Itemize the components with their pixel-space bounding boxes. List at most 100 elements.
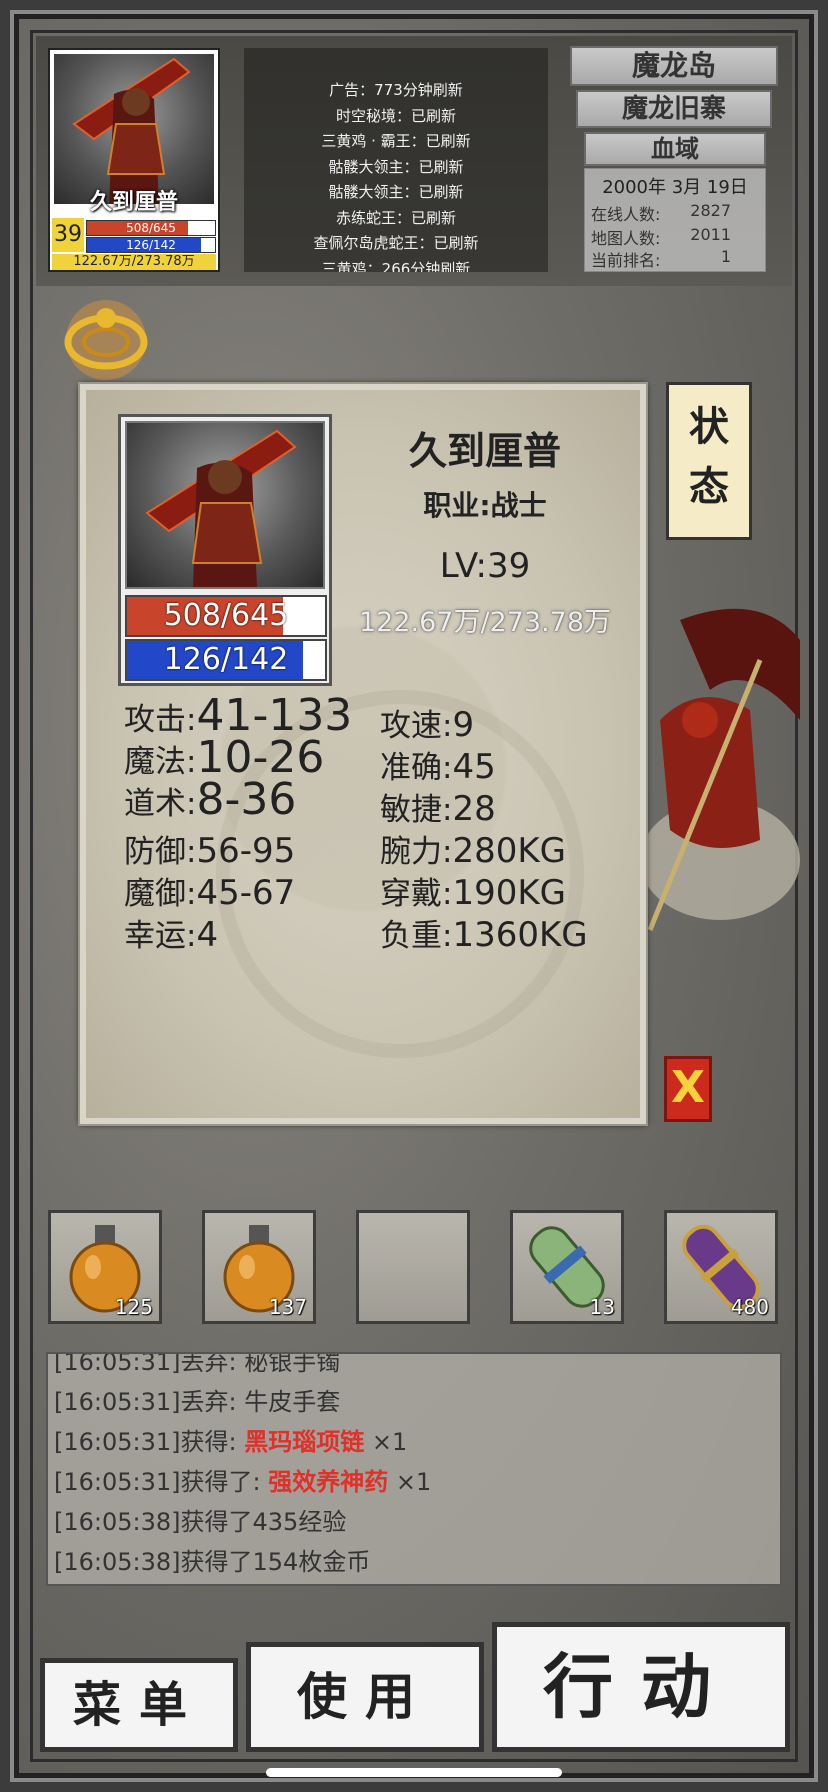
- player-name: 久到厘普: [89, 190, 178, 215]
- stat-label: 负重:: [380, 918, 453, 954]
- status-name: 久到厘普: [408, 429, 561, 473]
- mp-bar: 126/142: [86, 237, 216, 253]
- stat-value: 8-36: [196, 774, 297, 825]
- stat-right-5: 负重:1360KG: [380, 910, 588, 955]
- status-level: LV:39: [360, 546, 610, 586]
- log-line: [16:05:38]获得了154枚金币: [54, 1542, 370, 1582]
- stat-label: 防御:: [124, 834, 197, 870]
- hp-bar: 508/645: [86, 220, 216, 236]
- log-text: 丢弃: 秘银手镯: [180, 1352, 341, 1376]
- stat-label: 准确:: [380, 750, 453, 786]
- log-text: 获得:: [180, 1428, 245, 1456]
- news-line: 时空秘境：已刷新: [335, 106, 456, 125]
- log-line: [16:05:31]丢弃: 秘银手镯: [54, 1352, 341, 1382]
- item-slot-1[interactable]: 125: [48, 1210, 162, 1324]
- stat-label: 穿戴:: [380, 876, 453, 912]
- news-line: 三黄鸡：266分钟刷新: [321, 259, 471, 273]
- stat-right-3: 腕力:280KG: [380, 826, 566, 871]
- stat-value: 9: [452, 705, 475, 745]
- item-slot-2[interactable]: 137: [202, 1210, 316, 1324]
- stat-value: 56-95: [196, 831, 296, 871]
- map-count-label: 地图人数:: [591, 229, 661, 248]
- item-count: 125: [114, 1295, 153, 1319]
- news-list: 广告：773分钟刷新 时空秘境：已刷新 三黄鸡 · 霸王：已刷新 骷髅大领主：已刷新骷…: [244, 78, 548, 272]
- log-line: [16:05:31]获得了: 强效养神药 ×1: [54, 1462, 431, 1502]
- status-hp-bar: 508/645: [125, 595, 327, 637]
- news-line: 三黄鸡 · 霸王：已刷新: [321, 132, 471, 150]
- status-portrait-frame: 508/645 126/142: [118, 414, 332, 686]
- stat-value: 28: [452, 789, 496, 829]
- stat-label: 攻速:: [380, 708, 453, 744]
- game-date: 2000年 3月 19日: [602, 177, 748, 198]
- log-text: 丢弃: 牛皮手套: [180, 1388, 341, 1416]
- player-avatar: [54, 54, 214, 204]
- stat-right-1: 准确:45: [380, 742, 496, 787]
- log-time: [16:05:38]: [54, 1548, 181, 1576]
- hp-text: 508/645: [126, 221, 176, 235]
- log-line: [16:05:38]获得了435经验: [54, 1502, 346, 1542]
- item-slot-4[interactable]: 13: [510, 1210, 624, 1324]
- stat-label: 腕力:: [380, 834, 453, 870]
- use-button[interactable]: 使用: [246, 1642, 484, 1752]
- status-portrait: [125, 421, 325, 589]
- log-suffix: ×1: [388, 1468, 432, 1496]
- player-level: 39: [52, 218, 84, 252]
- dragon-emblem-icon[interactable]: [56, 296, 156, 384]
- item-slot-3[interactable]: [356, 1210, 470, 1324]
- status-mp-text: 126/142: [163, 642, 289, 677]
- log-time: [16:05:31]: [54, 1468, 181, 1496]
- stat-left-4: 魔御:45-67: [124, 868, 295, 913]
- stat-right-4: 穿戴:190KG: [380, 868, 566, 913]
- log-time: [16:05:31]: [54, 1428, 181, 1456]
- online-row: 在线人数: 2827: [591, 201, 761, 224]
- tab-status[interactable]: 状态: [666, 382, 752, 540]
- item-count: 137: [268, 1295, 307, 1319]
- item-count: 480: [730, 1295, 769, 1319]
- tab-status-label: 状态: [689, 404, 729, 510]
- rank-value: 1: [720, 247, 731, 266]
- log-time: [16:05:31]: [54, 1388, 181, 1416]
- stat-label: 幸运:: [124, 918, 197, 954]
- status-level-value: 39: [486, 546, 531, 586]
- map-button[interactable]: 魔龙旧寨: [576, 90, 772, 128]
- stat-value: 45: [452, 747, 496, 787]
- log-item-name: 强效养神药: [268, 1468, 389, 1496]
- message-log[interactable]: [16:05:31]丢弃: 秘银手镯 [16:05:31]丢弃: 牛皮手套 [16:…: [46, 1352, 782, 1586]
- log-line: [16:05:31]获得: 黑玛瑙项链 ×1: [54, 1422, 407, 1462]
- rank-row: 当前排名: 1: [591, 247, 761, 270]
- home-indicator[interactable]: [266, 1768, 562, 1777]
- player-card[interactable]: 久到厘普 39 508/645 126/142 122.67万/273.78万: [48, 48, 220, 272]
- stat-value: 190KG: [452, 873, 566, 913]
- stat-value: 1360KG: [452, 915, 588, 955]
- stat-value: 45-67: [196, 873, 296, 913]
- close-panel-button[interactable]: X: [664, 1056, 712, 1122]
- log-text: 获得了:: [180, 1468, 269, 1496]
- rank-label: 当前排名:: [591, 251, 661, 270]
- online-label: 在线人数:: [591, 205, 661, 224]
- refresh-news-feed[interactable]: 广告：773分钟刷新 时空秘境：已刷新 三黄鸡 · 霸王：已刷新 骷髅大领主：已刷新骷…: [244, 48, 548, 272]
- log-text: 获得了154枚金币: [180, 1548, 371, 1576]
- menu-button[interactable]: 菜单: [40, 1658, 238, 1752]
- boss-sprite[interactable]: [640, 600, 800, 940]
- news-line: 广告：773分钟刷新: [329, 81, 463, 99]
- server-info: 2000年 3月 19日 在线人数: 2827 地图人数: 2011 当前排名:…: [584, 168, 766, 272]
- news-line: 赤练蛇王：已刷新: [335, 208, 456, 227]
- item-slot-5[interactable]: 480: [664, 1210, 778, 1324]
- log-line: [16:05:31]丢弃: 牛皮手套: [54, 1382, 340, 1422]
- region-button[interactable]: 魔龙岛: [570, 46, 778, 86]
- map-count-row: 地图人数: 2011: [591, 225, 761, 248]
- action-button[interactable]: 行动: [492, 1622, 790, 1752]
- news-line: 查佩尔岛虎蛇王：已刷新: [313, 234, 479, 252]
- status-job: 职业:战士: [423, 489, 547, 522]
- zone-button[interactable]: 血域: [584, 132, 766, 166]
- map-count: 2011: [690, 225, 731, 244]
- stat-value: 280KG: [452, 831, 566, 871]
- log-text: 获得了435经验: [180, 1508, 347, 1536]
- news-line: 骷髅大领主：已刷新: [328, 157, 464, 176]
- status-mp-bar: 126/142: [125, 639, 327, 681]
- news-line: 骷髅大领主：已刷新: [328, 183, 464, 201]
- status-hp-text: 508/645: [163, 598, 289, 633]
- stat-label: 魔御:: [124, 876, 197, 912]
- log-time: [16:05:31]: [54, 1352, 181, 1376]
- status-exp: 122.67万/273.78万: [358, 607, 612, 638]
